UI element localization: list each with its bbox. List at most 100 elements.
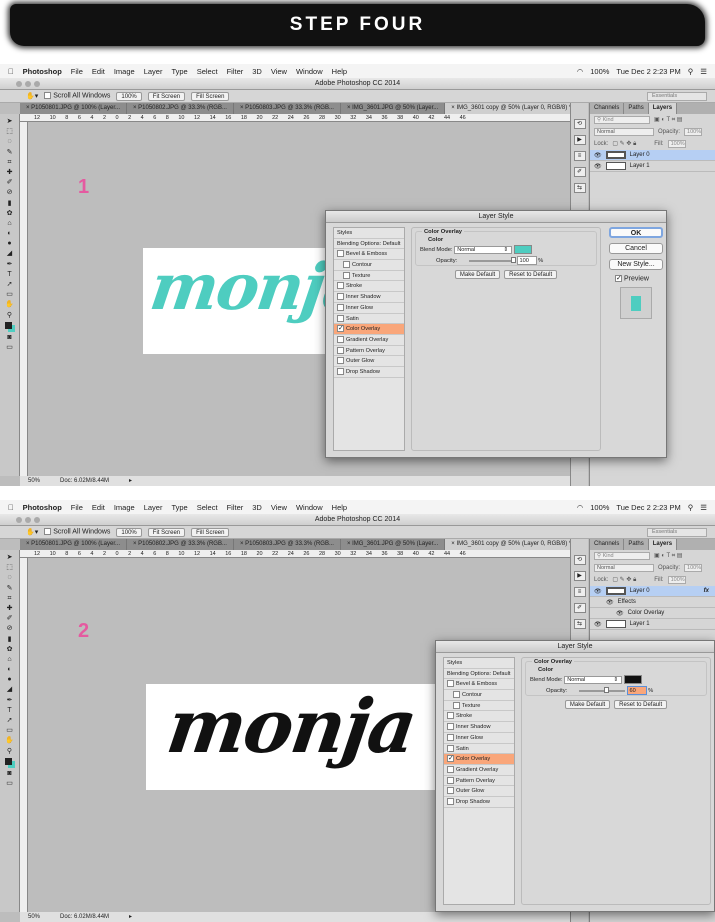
document-tab[interactable]: × IMG_3601 copy @ 50% (Layer 0, RGB/8) *: [445, 103, 579, 114]
status-arrow-icon[interactable]: ▸: [129, 476, 132, 486]
style-checkbox[interactable]: [337, 282, 344, 290]
tool-icon[interactable]: ✐: [5, 179, 15, 187]
layer-blend-select[interactable]: Normal: [594, 564, 654, 572]
style-checkbox[interactable]: [337, 357, 344, 365]
layer-row[interactable]: 👁︎ Layer 0: [590, 150, 715, 161]
document-tab[interactable]: × P1050801.JPG @ 100% (Layer...: [20, 539, 127, 550]
style-item[interactable]: Bevel & Emboss: [444, 679, 514, 691]
hand-tool-icon[interactable]: ✋▾: [26, 92, 38, 100]
close-button[interactable]: [16, 517, 22, 523]
document-tab[interactable]: × P1050802.JPG @ 33.3% (RGB...: [127, 539, 234, 550]
tool-icon[interactable]: ✐: [5, 615, 15, 623]
menu-file[interactable]: File: [71, 503, 83, 512]
screen-mode-icon[interactable]: ▭: [5, 344, 15, 352]
tool-icon[interactable]: ✚: [5, 169, 15, 177]
layer-fill[interactable]: 100%: [667, 140, 686, 148]
tool-icon[interactable]: ⊘: [5, 189, 15, 197]
tool-icon[interactable]: ✒: [5, 697, 15, 705]
clock[interactable]: Tue Dec 2 2:23 PM: [616, 67, 680, 76]
style-checkbox[interactable]: [337, 346, 344, 354]
document-tab[interactable]: × P1050801.JPG @ 100% (Layer...: [20, 103, 127, 114]
menu-help[interactable]: Help: [332, 503, 347, 512]
menu-app[interactable]: Photoshop: [23, 503, 62, 512]
minimize-button[interactable]: [25, 517, 31, 523]
style-item[interactable]: Gradient Overlay: [444, 765, 514, 776]
menu-edit[interactable]: Edit: [92, 67, 105, 76]
minimize-button[interactable]: [25, 81, 31, 87]
kind-filter[interactable]: ⚲ Kind: [594, 552, 650, 560]
menu-3d[interactable]: 3D: [252, 67, 262, 76]
overlay-color-swatch[interactable]: [623, 675, 642, 684]
panel-tab-layers[interactable]: Layers: [648, 539, 678, 550]
tool-icon[interactable]: ●: [5, 676, 15, 684]
fx-icon[interactable]: fx: [704, 588, 709, 594]
menu-file[interactable]: File: [71, 67, 83, 76]
blend-mode-select[interactable]: Normal ⇕: [454, 246, 513, 255]
style-item[interactable]: Satin: [444, 744, 514, 755]
eye-icon[interactable]: 👁︎: [594, 588, 602, 595]
style-checkbox[interactable]: [453, 691, 460, 699]
tool-icon[interactable]: ▭: [5, 291, 15, 299]
tool-icon[interactable]: ➚: [5, 281, 15, 289]
menu-window[interactable]: Window: [296, 503, 323, 512]
eye-icon[interactable]: 👁︎: [594, 621, 602, 628]
menu-select[interactable]: Select: [197, 503, 218, 512]
panel-tab-paths[interactable]: Paths: [624, 539, 649, 550]
tool-icon[interactable]: ✿: [5, 210, 15, 218]
style-item[interactable]: Drop Shadow: [444, 797, 514, 808]
color-swatches[interactable]: [4, 321, 15, 332]
style-checkbox[interactable]: [337, 314, 344, 322]
style-checkbox[interactable]: [337, 250, 344, 258]
opacity-input[interactable]: 60: [626, 686, 647, 696]
layer-opacity[interactable]: 100%: [684, 564, 703, 572]
document-tab[interactable]: × IMG_3601 copy @ 50% (Layer 0, RGB/8) *: [445, 539, 579, 550]
menu-type[interactable]: Type: [171, 67, 187, 76]
scroll-all-checkbox[interactable]: Scroll All Windows: [44, 528, 110, 536]
tool-icon[interactable]: ✎: [5, 149, 15, 157]
style-item[interactable]: Inner Glow: [444, 733, 514, 744]
list-icon[interactable]: ☰: [700, 67, 707, 76]
tool-icon[interactable]: ✎: [5, 585, 15, 593]
eye-icon[interactable]: 👁︎: [606, 599, 614, 606]
search-icon[interactable]: ⚲: [688, 503, 694, 512]
style-checkbox[interactable]: [447, 787, 454, 795]
tool-icon[interactable]: ▭: [5, 727, 15, 735]
document-tab[interactable]: × IMG_3601.JPG @ 50% (Layer...: [341, 103, 446, 114]
style-item[interactable]: Satin: [334, 314, 404, 325]
layer-name[interactable]: Layer 0: [630, 152, 650, 158]
style-checkbox[interactable]: [447, 765, 454, 773]
panel-tab-layers[interactable]: Layers: [648, 103, 678, 114]
style-item[interactable]: Contour: [334, 260, 404, 271]
panel-tab-paths[interactable]: Paths: [624, 103, 649, 114]
style-item[interactable]: Inner Shadow: [334, 292, 404, 303]
menu-edit[interactable]: Edit: [92, 503, 105, 512]
layer-name[interactable]: Layer 1: [630, 163, 650, 169]
zoom-100-button[interactable]: 100%: [116, 527, 142, 537]
tool-icon[interactable]: ✿: [5, 646, 15, 654]
lock-icons[interactable]: ▢ ✎ ✥ 🔒︎: [612, 576, 636, 584]
zoom-level[interactable]: 50%: [28, 912, 40, 922]
style-checkbox[interactable]: [447, 744, 454, 752]
style-checkbox[interactable]: [447, 733, 454, 741]
play-icon[interactable]: ▶: [573, 135, 586, 145]
preview-checkbox[interactable]: ✓ Preview: [609, 275, 663, 282]
workspace-select[interactable]: Essentials: [647, 92, 707, 101]
style-item[interactable]: Bevel & Emboss: [334, 249, 404, 261]
style-item[interactable]: Gradient Overlay: [334, 335, 404, 346]
properties-icon[interactable]: ≡: [573, 151, 586, 161]
tool-icon[interactable]: ◐: [5, 666, 15, 674]
style-checkbox[interactable]: [343, 271, 350, 279]
quick-mask-icon[interactable]: ◙: [5, 770, 15, 778]
style-item[interactable]: Texture: [444, 701, 514, 712]
status-arrow-icon[interactable]: ▸: [129, 912, 132, 922]
style-item[interactable]: ✓ Color Overlay: [334, 324, 404, 335]
tool-icon[interactable]: ⚲: [5, 312, 15, 320]
style-checkbox[interactable]: [447, 797, 454, 805]
reset-default-button[interactable]: Reset to Default: [614, 700, 668, 709]
style-item[interactable]: Blending Options: Default: [444, 669, 514, 680]
style-item[interactable]: Inner Shadow: [444, 722, 514, 733]
menu-app[interactable]: Photoshop: [23, 67, 62, 76]
adjust-icon[interactable]: ⇆: [573, 183, 586, 193]
style-checkbox[interactable]: [337, 303, 344, 311]
menu-3d[interactable]: 3D: [252, 503, 262, 512]
